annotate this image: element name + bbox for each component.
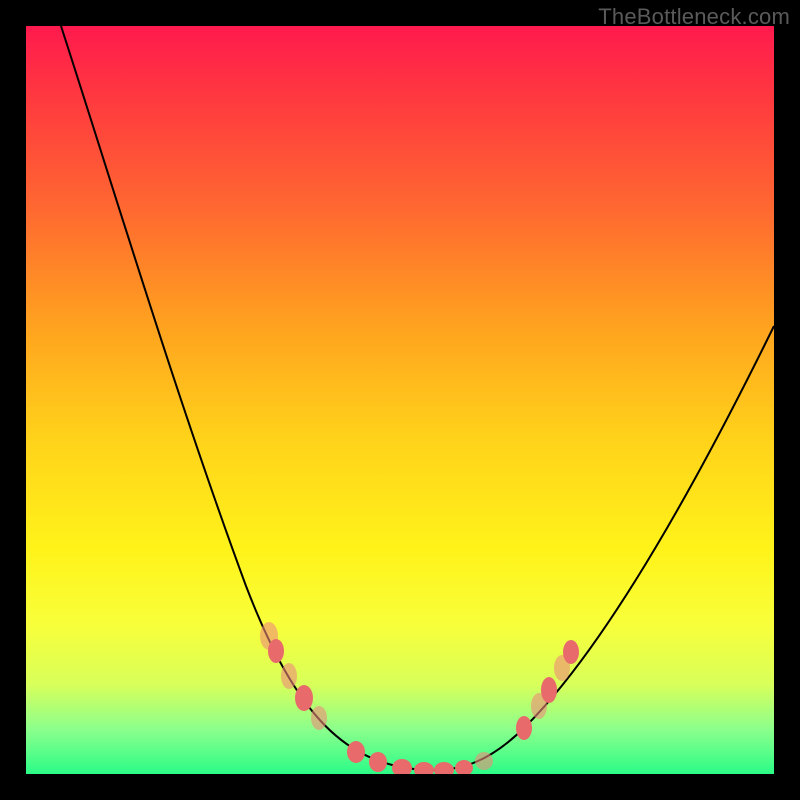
chart-area bbox=[26, 26, 774, 774]
bottleneck-curve bbox=[61, 26, 774, 770]
curve-markers bbox=[260, 622, 579, 774]
watermark-text: TheBottleneck.com bbox=[598, 4, 790, 30]
bottleneck-plot bbox=[26, 26, 774, 774]
